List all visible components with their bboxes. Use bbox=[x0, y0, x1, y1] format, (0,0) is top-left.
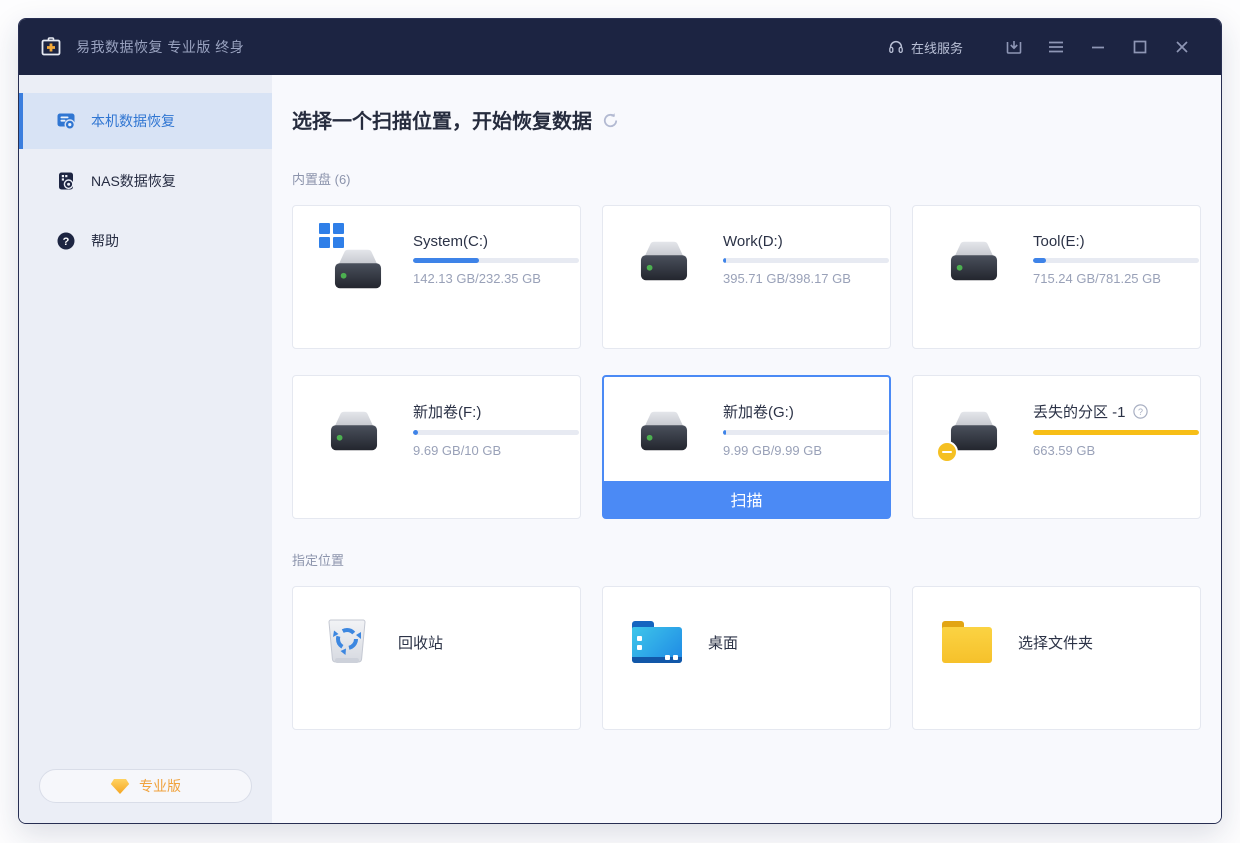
choose-folder-icon bbox=[942, 621, 992, 663]
sidebar-item-help[interactable]: ? 帮助 bbox=[19, 213, 272, 269]
help-icon: ? bbox=[56, 231, 76, 251]
location-card-recycle-bin[interactable]: 回收站 bbox=[292, 586, 581, 730]
location-label: 选择文件夹 bbox=[1018, 632, 1093, 653]
location-card-desktop[interactable]: 桌面 bbox=[602, 586, 891, 730]
gem-icon bbox=[110, 778, 130, 795]
location-label: 回收站 bbox=[398, 632, 443, 653]
drive-card-system-c[interactable]: System(C:) 142.13 GB/232.35 GB bbox=[292, 205, 581, 349]
drive-capacity: 663.59 GB bbox=[1033, 443, 1200, 458]
drive-capacity: 9.99 GB/9.99 GB bbox=[723, 443, 889, 458]
headset-icon bbox=[888, 39, 904, 55]
page-title: 选择一个扫描位置，开始恢复数据 bbox=[292, 105, 592, 134]
main-content: 选择一个扫描位置，开始恢复数据 内置盘 (6) bbox=[272, 75, 1221, 823]
drive-name: Tool(E:) bbox=[1033, 233, 1200, 250]
online-service-button[interactable]: 在线服务 bbox=[888, 38, 963, 57]
sidebar-item-label: 本机数据恢复 bbox=[91, 111, 175, 131]
hard-drive-icon bbox=[319, 393, 391, 465]
capacity-bar bbox=[1033, 258, 1199, 263]
drive-capacity: 9.69 GB/10 GB bbox=[413, 443, 580, 458]
app-window: 易我数据恢复 专业版 终身 在线服务 bbox=[18, 18, 1222, 824]
download-button[interactable] bbox=[997, 30, 1031, 64]
pro-version-label: 专业版 bbox=[139, 776, 181, 796]
drive-capacity: 142.13 GB/232.35 GB bbox=[413, 271, 580, 286]
hard-drive-icon bbox=[939, 223, 1011, 295]
drive-card-tool-e[interactable]: Tool(E:) 715.24 GB/781.25 GB bbox=[912, 205, 1201, 349]
recycle-bin-icon bbox=[322, 616, 372, 668]
drive-capacity: 715.24 GB/781.25 GB bbox=[1033, 271, 1200, 286]
drive-card-grid: System(C:) 142.13 GB/232.35 GB bbox=[292, 205, 1201, 519]
app-title: 易我数据恢复 专业版 终身 bbox=[76, 37, 244, 57]
drive-capacity: 395.71 GB/398.17 GB bbox=[723, 271, 890, 286]
sidebar-item-nas-recovery[interactable]: NAS数据恢复 bbox=[19, 153, 272, 209]
pro-version-button[interactable]: 专业版 bbox=[39, 769, 252, 803]
location-label: 桌面 bbox=[708, 632, 738, 653]
drive-name: 新加卷(G:) bbox=[723, 401, 889, 422]
hard-drive-windows-icon bbox=[319, 223, 391, 295]
minimize-icon bbox=[1090, 39, 1106, 55]
sidebar: 本机数据恢复 NAS数据恢复 ? 帮助 bbox=[19, 75, 272, 823]
menu-button[interactable] bbox=[1039, 30, 1073, 64]
hard-drive-icon bbox=[629, 393, 701, 465]
app-logo-toolbox-icon bbox=[39, 35, 63, 59]
svg-text:?: ? bbox=[1138, 406, 1143, 416]
capacity-bar bbox=[413, 430, 579, 435]
refresh-icon[interactable] bbox=[602, 112, 619, 129]
maximize-icon bbox=[1132, 39, 1148, 55]
scan-button[interactable]: 扫描 bbox=[604, 481, 889, 517]
close-icon bbox=[1174, 39, 1190, 55]
capacity-bar bbox=[723, 258, 889, 263]
location-card-grid: 回收站 桌面 bbox=[292, 586, 1201, 730]
desktop-folder-icon bbox=[632, 621, 682, 663]
help-circle-icon[interactable]: ? bbox=[1133, 404, 1148, 419]
capacity-bar bbox=[1033, 430, 1199, 435]
drive-name: 新加卷(F:) bbox=[413, 401, 580, 422]
download-icon bbox=[1005, 38, 1023, 56]
drive-card-g-selected[interactable]: 新加卷(G:) 9.99 GB/9.99 GB 扫描 bbox=[602, 375, 891, 519]
hard-drive-icon bbox=[629, 223, 701, 295]
drive-card-work-d[interactable]: Work(D:) 395.71 GB/398.17 GB bbox=[602, 205, 891, 349]
titlebar: 易我数据恢复 专业版 终身 在线服务 bbox=[19, 19, 1221, 75]
minimize-button[interactable] bbox=[1081, 30, 1115, 64]
nas-recovery-icon bbox=[56, 171, 76, 191]
local-recovery-icon bbox=[56, 111, 76, 131]
svg-text:?: ? bbox=[63, 236, 70, 248]
capacity-bar bbox=[413, 258, 579, 263]
drive-name: Work(D:) bbox=[723, 233, 890, 250]
capacity-bar bbox=[723, 430, 889, 435]
sidebar-item-label: NAS数据恢复 bbox=[91, 171, 176, 191]
drive-name: System(C:) bbox=[413, 233, 580, 250]
close-button[interactable] bbox=[1165, 30, 1199, 64]
drive-name: 丢失的分区 -1 bbox=[1033, 401, 1126, 422]
online-service-label: 在线服务 bbox=[911, 38, 963, 57]
specified-locations-label: 指定位置 bbox=[292, 550, 1201, 569]
maximize-button[interactable] bbox=[1123, 30, 1157, 64]
menu-icon bbox=[1047, 38, 1065, 56]
hard-drive-lost-icon bbox=[939, 393, 1011, 465]
internal-disks-label: 内置盘 (6) bbox=[292, 169, 1201, 188]
lost-partition-badge-icon bbox=[936, 441, 958, 463]
drive-card-lost-partition[interactable]: 丢失的分区 -1 ? 663.59 GB bbox=[912, 375, 1201, 519]
drive-card-f[interactable]: 新加卷(F:) 9.69 GB/10 GB bbox=[292, 375, 581, 519]
sidebar-item-local-recovery[interactable]: 本机数据恢复 bbox=[19, 93, 272, 149]
sidebar-item-label: 帮助 bbox=[91, 231, 119, 251]
location-card-choose-folder[interactable]: 选择文件夹 bbox=[912, 586, 1201, 730]
